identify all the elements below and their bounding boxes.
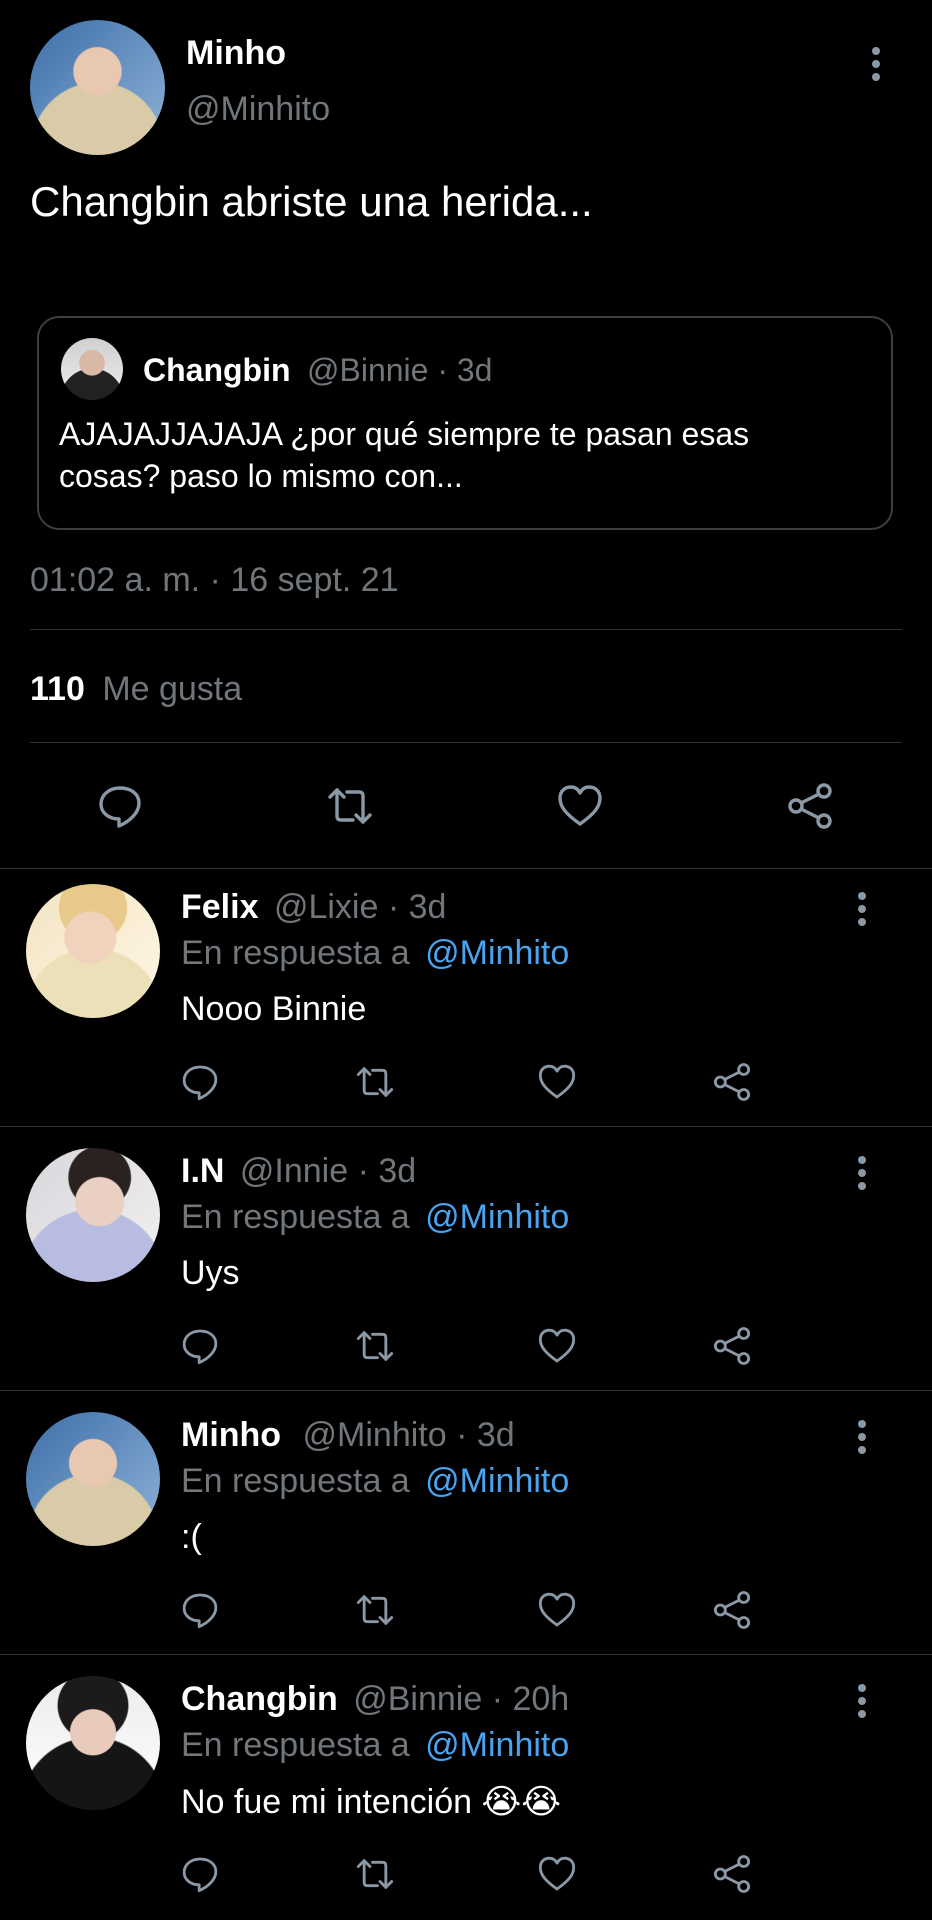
more-options-icon[interactable] bbox=[857, 1420, 867, 1460]
likes-label: Me gusta bbox=[102, 670, 243, 708]
reply-context: En respuesta a bbox=[181, 1726, 410, 1764]
mention-link[interactable]: @Minhito bbox=[425, 1198, 569, 1236]
quoted-text-line1: AJAJAJJAJAJA ¿por qué siempre te pasan e… bbox=[59, 416, 750, 452]
heart-icon[interactable] bbox=[537, 1326, 577, 1366]
author-name[interactable]: Changbin bbox=[181, 1680, 338, 1718]
divider bbox=[0, 1390, 932, 1391]
tweet-text: Changbin abriste una herida... bbox=[30, 178, 593, 225]
retweet-icon[interactable] bbox=[355, 1590, 395, 1630]
heart-icon[interactable] bbox=[556, 782, 604, 830]
reply-text: Uys bbox=[181, 1254, 240, 1292]
mention-link[interactable]: @Minhito bbox=[425, 1726, 569, 1764]
reply-icon[interactable] bbox=[180, 1326, 220, 1366]
divider bbox=[0, 1654, 932, 1655]
share-icon[interactable] bbox=[712, 1590, 752, 1630]
author-meta: @Minhito · 3d bbox=[302, 1416, 515, 1454]
likes-count: 110 bbox=[30, 670, 85, 708]
author-name[interactable]: Felix bbox=[181, 888, 258, 926]
reply-text: Nooo Binnie bbox=[181, 990, 367, 1028]
mention-link[interactable]: @Minhito bbox=[425, 934, 569, 972]
heart-icon[interactable] bbox=[537, 1062, 577, 1102]
author-name[interactable]: I.N bbox=[181, 1152, 224, 1190]
heart-icon[interactable] bbox=[537, 1854, 577, 1894]
author-meta: @Lixie · 3d bbox=[273, 888, 447, 926]
share-icon[interactable] bbox=[712, 1854, 752, 1894]
retweet-icon[interactable] bbox=[355, 1854, 395, 1894]
share-icon[interactable] bbox=[712, 1326, 752, 1366]
more-options-icon[interactable] bbox=[857, 1684, 867, 1724]
share-icon[interactable] bbox=[712, 1062, 752, 1102]
retweet-icon[interactable] bbox=[355, 1062, 395, 1102]
reply-icon[interactable] bbox=[180, 1854, 220, 1894]
quoted-tweet[interactable]: Changbin @Binnie · 3d AJAJAJJAJAJA ¿por … bbox=[37, 316, 893, 530]
more-options-icon[interactable] bbox=[871, 47, 881, 87]
author-meta: @Binnie · 20h bbox=[353, 1680, 570, 1718]
avatar[interactable] bbox=[26, 884, 160, 1018]
divider bbox=[0, 1126, 932, 1127]
reply-context: En respuesta a bbox=[181, 1462, 410, 1500]
heart-icon[interactable] bbox=[537, 1590, 577, 1630]
retweet-icon[interactable] bbox=[326, 782, 374, 830]
quoted-author-name: Changbin bbox=[143, 352, 291, 388]
reply-text: :( bbox=[181, 1518, 202, 1556]
author-handle[interactable]: @Minhito bbox=[186, 90, 330, 129]
author-name[interactable]: Minho bbox=[181, 1416, 281, 1454]
divider bbox=[0, 868, 932, 869]
avatar[interactable] bbox=[30, 20, 165, 155]
reply-icon[interactable] bbox=[96, 782, 144, 830]
timestamp[interactable]: 01:02 a. m. · 16 sept. 21 bbox=[30, 561, 399, 600]
reply-context: En respuesta a bbox=[181, 1198, 410, 1236]
author-meta: @Innie · 3d bbox=[239, 1152, 417, 1190]
avatar[interactable] bbox=[26, 1676, 160, 1810]
likes-stat[interactable]: 110 Me gusta bbox=[30, 670, 242, 709]
retweet-icon[interactable] bbox=[355, 1326, 395, 1366]
more-options-icon[interactable] bbox=[857, 1156, 867, 1196]
reply-text: No fue mi intención 😭😭 bbox=[181, 1783, 561, 1821]
reply-icon[interactable] bbox=[180, 1590, 220, 1630]
quoted-text-line2: cosas? paso lo mismo con... bbox=[59, 458, 463, 494]
divider bbox=[30, 742, 902, 743]
divider bbox=[30, 629, 902, 630]
mention-link[interactable]: @Minhito bbox=[425, 1462, 569, 1500]
more-options-icon[interactable] bbox=[857, 892, 867, 932]
reply-context: En respuesta a bbox=[181, 934, 410, 972]
avatar bbox=[61, 338, 123, 400]
avatar[interactable] bbox=[26, 1412, 160, 1546]
share-icon[interactable] bbox=[786, 782, 834, 830]
reply-icon[interactable] bbox=[180, 1062, 220, 1102]
author-name[interactable]: Minho bbox=[186, 34, 286, 73]
avatar[interactable] bbox=[26, 1148, 160, 1282]
quoted-author-meta: @Binnie · 3d bbox=[307, 352, 493, 388]
